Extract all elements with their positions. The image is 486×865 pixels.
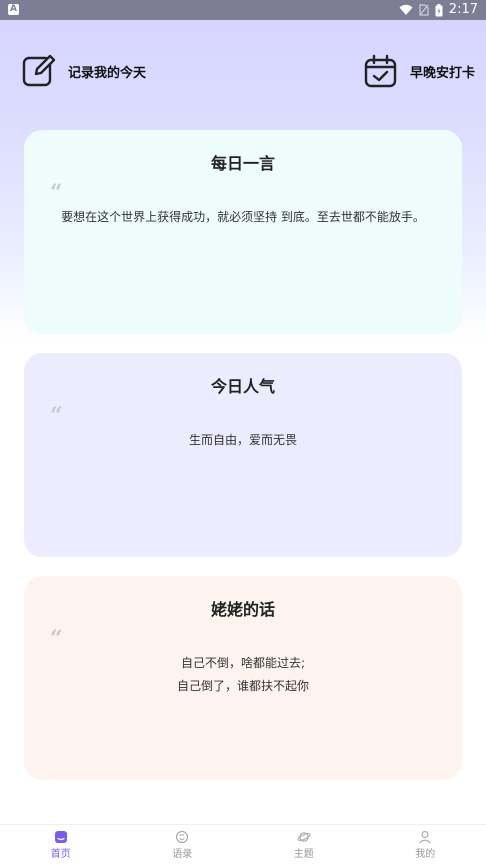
- nav-item-themes[interactable]: 主题: [243, 825, 365, 865]
- card-title: 每日一言: [24, 150, 462, 174]
- card-line: 要想在这个世界上获得成功，就必须坚持 到底。至去世都不能放手。: [24, 206, 462, 229]
- user-icon: [418, 830, 432, 844]
- grandma-words-card[interactable]: 姥姥的话 “ 自己不倒，啥都能过去; 自己倒了，谁都扶不起你: [24, 576, 462, 780]
- nav-item-profile[interactable]: 我的: [365, 825, 486, 865]
- calendar-check-icon: [364, 54, 398, 88]
- status-bar: A 2:17: [0, 0, 486, 20]
- app-notification-icon: A: [8, 4, 19, 15]
- nav-label: 首页: [51, 845, 71, 860]
- quote-mark-icon: “: [50, 626, 63, 652]
- home-icon: [54, 830, 68, 844]
- checkin-label: 早晚安打卡: [410, 62, 475, 81]
- quote-mark-icon: “: [50, 403, 63, 429]
- card-line: 生而自由，爱而无畏: [24, 429, 462, 452]
- card-title: 姥姥的话: [24, 596, 462, 620]
- card-line: 自己不倒，啥都能过去;: [24, 652, 462, 675]
- checkin-button[interactable]: 早晚安打卡: [364, 50, 475, 92]
- record-today-button[interactable]: 记录我的今天: [22, 50, 146, 92]
- status-icons: 2:17: [399, 2, 478, 18]
- card-line: 自己倒了，谁都扶不起你: [24, 675, 462, 698]
- top-action-bar: 记录我的今天 早晚安打卡: [0, 50, 486, 92]
- no-sim-icon: [419, 4, 429, 16]
- battery-icon: [435, 4, 443, 17]
- wifi-icon: [399, 4, 413, 16]
- daily-quote-card[interactable]: 每日一言 “ 要想在这个世界上获得成功，就必须坚持 到底。至去世都不能放手。: [24, 130, 462, 334]
- popular-today-card[interactable]: 今日人气 “ 生而自由，爱而无畏: [24, 353, 462, 557]
- record-today-label: 记录我的今天: [68, 62, 146, 81]
- bottom-nav: 首页 语录 主题 我的: [0, 824, 486, 865]
- card-title: 今日人气: [24, 373, 462, 397]
- card-body: 自己不倒，啥都能过去; 自己倒了，谁都扶不起你: [24, 652, 462, 698]
- nav-item-quotes[interactable]: 语录: [122, 825, 244, 865]
- nav-label: 主题: [294, 845, 314, 860]
- planet-icon: [297, 830, 311, 844]
- nav-label: 语录: [172, 845, 192, 860]
- nav-label: 我的: [415, 845, 435, 860]
- card-body: 生而自由，爱而无畏: [24, 429, 462, 452]
- card-body: 要想在这个世界上获得成功，就必须坚持 到底。至去世都不能放手。: [24, 206, 462, 229]
- nav-item-home[interactable]: 首页: [0, 825, 122, 865]
- status-time: 2:17: [449, 2, 478, 18]
- edit-icon: [22, 54, 56, 88]
- quote-icon: [175, 830, 189, 844]
- quote-mark-icon: “: [50, 180, 63, 206]
